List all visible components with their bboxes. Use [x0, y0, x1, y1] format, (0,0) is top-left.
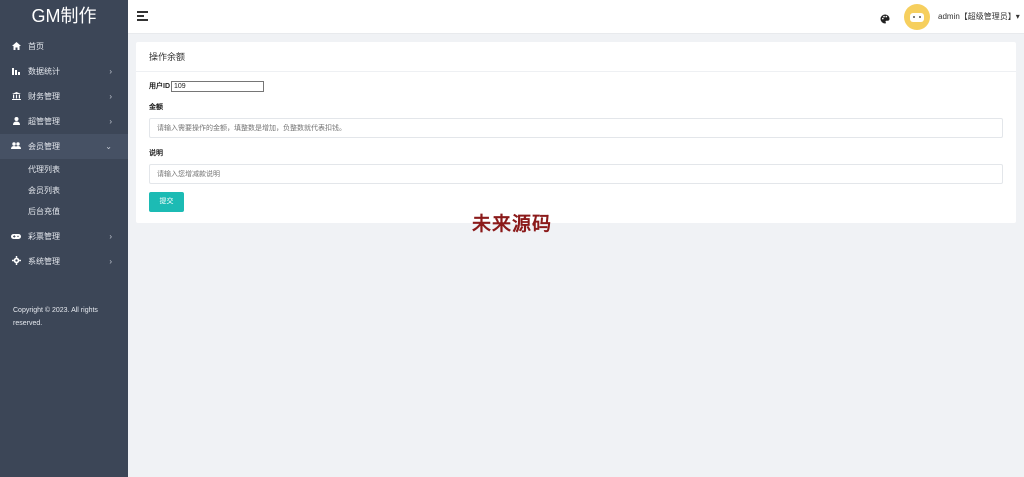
- watermark-text: 未来源码: [472, 214, 553, 235]
- sidebar-item-label: 会员管理: [28, 142, 60, 151]
- description-label: 说明: [149, 150, 163, 157]
- sidebar-item-label: 超管管理: [28, 117, 60, 126]
- gamepad-icon: [11, 232, 21, 242]
- submenu-item-agent-list[interactable]: 代理列表: [0, 159, 128, 180]
- description-input[interactable]: [149, 164, 1003, 184]
- submit-button[interactable]: 提交: [149, 192, 184, 212]
- brand-logo: GM制作: [31, 6, 97, 26]
- balance-form: 用户ID 金额 说明 提交: [136, 72, 1016, 212]
- amount-input[interactable]: [149, 118, 1003, 138]
- topbar: admin【超级管理员】▾: [128, 0, 1024, 34]
- avatar-face-icon: [910, 12, 924, 22]
- copyright-text: Copyright © 2023. All rights reserved.: [13, 307, 98, 327]
- palette-icon[interactable]: [880, 11, 890, 24]
- user-id-label: 用户ID: [149, 83, 170, 90]
- sidebar-item-label: 财务管理: [28, 92, 60, 101]
- sidebar-item-label: 首页: [28, 42, 44, 51]
- card-title: 操作余额: [136, 42, 1016, 72]
- chevron-right-icon: ›: [109, 92, 112, 101]
- sidebar-menu: 首页 数据统计 › 财务管理 › 超管管理 › 会员管理 ⌄: [0, 34, 128, 159]
- bar-chart-icon: [11, 67, 21, 77]
- sidebar-item-system[interactable]: 系统管理 ›: [0, 249, 128, 274]
- sidebar: GM制作 首页 数据统计 › 财务管理 › 超管管理 › 会员管理 ⌄ 代理列表…: [0, 0, 128, 477]
- chevron-right-icon: ›: [109, 232, 112, 241]
- user-icon: [11, 116, 21, 127]
- chevron-right-icon: ›: [109, 257, 112, 266]
- sidebar-item-label: 彩票管理: [28, 232, 60, 241]
- users-icon: [11, 141, 21, 152]
- user-id-row: 用户ID: [149, 80, 1003, 92]
- chevron-down-icon: ⌄: [105, 142, 112, 151]
- gear-icon: [11, 256, 21, 267]
- sidebar-item-stats[interactable]: 数据统计 ›: [0, 59, 128, 84]
- submenu-members: 代理列表 会员列表 后台充值: [0, 159, 128, 222]
- chevron-right-icon: ›: [109, 117, 112, 126]
- sidebar-item-label: 数据统计: [28, 67, 60, 76]
- submenu-item-member-list[interactable]: 会员列表: [0, 180, 128, 201]
- sidebar-item-label: 系统管理: [28, 257, 60, 266]
- bank-icon: [11, 91, 21, 102]
- home-icon: [11, 41, 21, 52]
- sidebar-item-lottery[interactable]: 彩票管理 ›: [0, 224, 128, 249]
- user-menu[interactable]: admin【超级管理员】▾: [938, 11, 1020, 22]
- amount-label: 金额: [149, 104, 163, 111]
- sidebar-item-members[interactable]: 会员管理 ⌄: [0, 134, 128, 159]
- sidebar-item-admin[interactable]: 超管管理 ›: [0, 109, 128, 134]
- sidebar-menu-lower: 彩票管理 › 系统管理 ›: [0, 224, 128, 274]
- submenu-item-recharge[interactable]: 后台充值: [0, 201, 128, 222]
- balance-card: 操作余额 用户ID 金额 说明 提交: [136, 42, 1016, 223]
- sidebar-item-finance[interactable]: 财务管理 ›: [0, 84, 128, 109]
- menu-toggle-icon[interactable]: [137, 11, 148, 21]
- user-id-input[interactable]: [171, 80, 264, 92]
- chevron-right-icon: ›: [109, 67, 112, 76]
- sidebar-item-home[interactable]: 首页: [0, 34, 128, 59]
- avatar[interactable]: [904, 4, 930, 30]
